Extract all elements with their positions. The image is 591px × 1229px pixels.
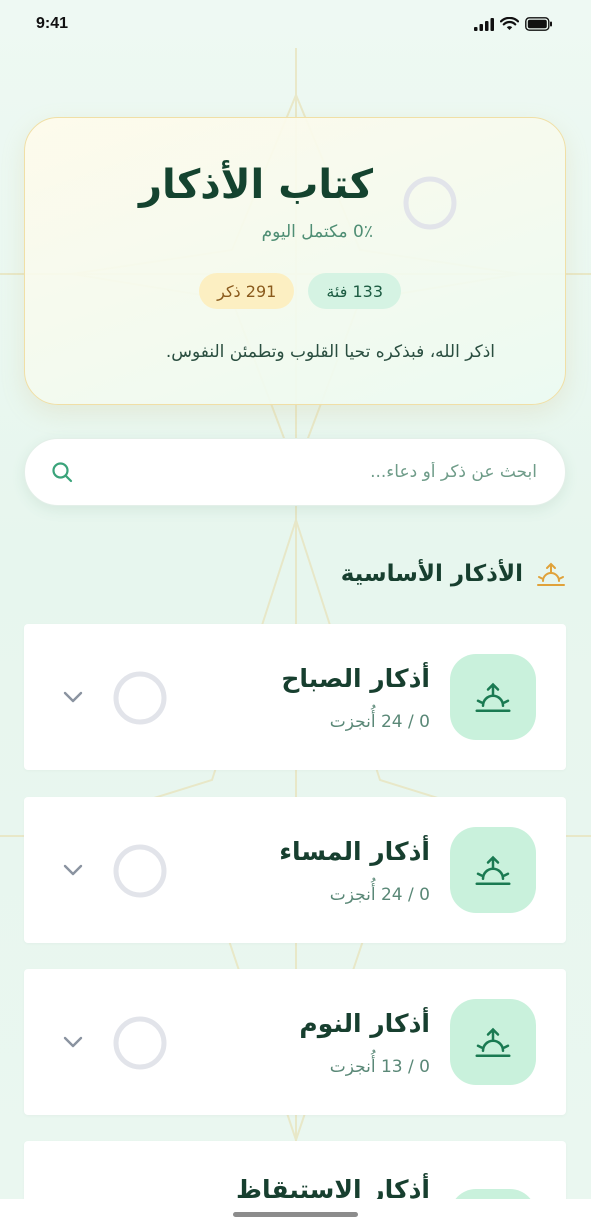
card-icon-tile	[450, 827, 536, 913]
hero-quote: اذكر الله، فبذكره تحيا القلوب وتطمئن الن…	[165, 342, 495, 362]
wifi-icon	[500, 17, 519, 30]
card-progress-ring	[113, 671, 167, 725]
card-title: أذكار النوم	[299, 1009, 430, 1038]
search-input[interactable]	[75, 462, 537, 482]
sunrise-icon	[475, 855, 511, 885]
card-progress: 0 / 24 أُنجزت	[329, 712, 430, 732]
daily-progress-ring	[403, 176, 457, 230]
stats-badges: 133 فئة 291 ذكر	[199, 273, 401, 309]
daily-progress-text: 0٪ مكتمل اليوم	[261, 222, 373, 242]
card-icon-tile	[450, 999, 536, 1085]
chevron-down-icon[interactable]	[60, 857, 86, 883]
card-title: أذكار المساء	[279, 837, 430, 866]
hero-card: كتاب الأذكار 0٪ مكتمل اليوم 133 فئة 291 …	[24, 117, 566, 405]
category-card-evening[interactable]: أذكار المساء 0 / 24 أُنجزت	[24, 797, 566, 943]
search-icon[interactable]	[49, 459, 75, 485]
section-title: الأذكار الأساسية	[340, 561, 523, 587]
category-card-sleep[interactable]: أذكار النوم 0 / 13 أُنجزت	[24, 969, 566, 1115]
categories-count-badge: 133 فئة	[308, 273, 401, 309]
battery-icon	[525, 17, 552, 31]
category-card-morning[interactable]: أذكار الصباح 0 / 24 أُنجزت	[24, 624, 566, 770]
status-icons	[474, 17, 553, 31]
sunrise-icon	[475, 1027, 511, 1057]
app-title: كتاب الأذكار	[138, 162, 373, 208]
card-title: أذكار الصباح	[281, 664, 430, 693]
status-bar: 9:41	[0, 0, 591, 48]
search-bar	[24, 438, 566, 506]
card-progress-ring	[113, 844, 167, 898]
sunrise-icon	[475, 682, 511, 712]
dhikr-count-badge: 291 ذكر	[199, 273, 295, 309]
card-icon-tile	[450, 654, 536, 740]
chevron-down-icon[interactable]	[60, 684, 86, 710]
signal-icon	[474, 17, 494, 31]
card-progress-ring	[113, 1016, 167, 1070]
home-indicator[interactable]	[233, 1212, 358, 1217]
chevron-down-icon[interactable]	[60, 1029, 86, 1055]
sunrise-icon	[537, 562, 565, 586]
card-progress: 0 / 24 أُنجزت	[329, 885, 430, 905]
status-time: 9:41	[36, 15, 69, 32]
section-header: الأذكار الأساسية	[341, 558, 567, 590]
card-progress: 0 / 13 أُنجزت	[329, 1057, 430, 1077]
